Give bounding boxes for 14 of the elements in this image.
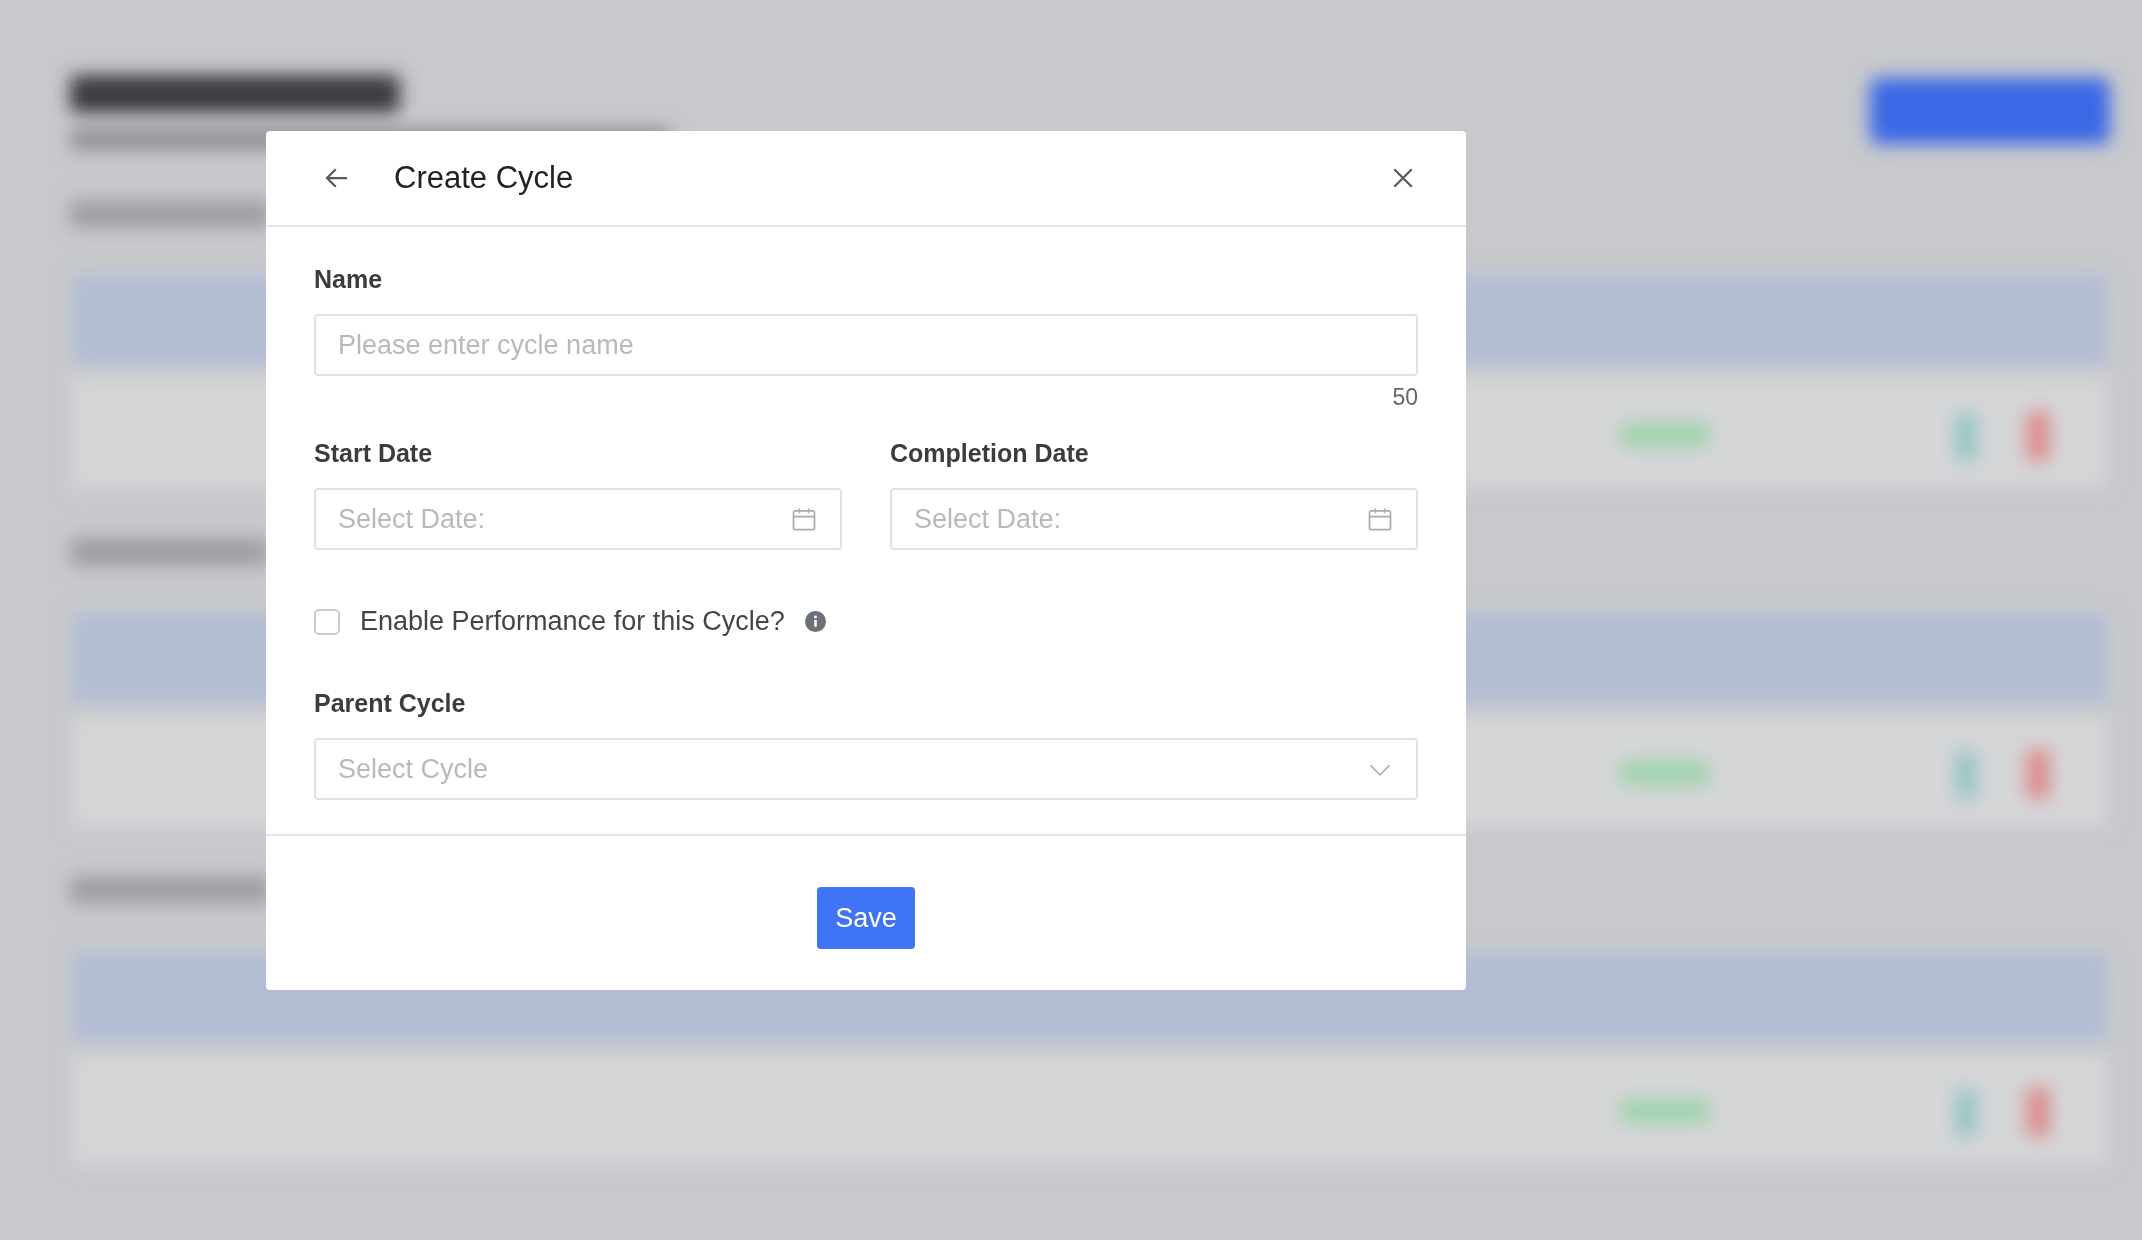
checkbox[interactable] [314,608,340,635]
field-label: Name [314,265,384,294]
character-counter: 50 [1392,384,1418,411]
save-button[interactable]: Save [817,887,915,949]
field-label: Parent Cycle [314,689,467,718]
field-label: Start Date [314,439,434,468]
name-input-field[interactable]: Please enter cycle name [314,314,1418,376]
info-icon[interactable] [804,611,826,632]
parent-cycle-select[interactable]: Select Cycle [314,738,1418,800]
date-picker-field[interactable]: Select Date: [314,488,842,550]
dialog-title: Create Cycle [394,160,574,196]
field-label: Completion Date [890,439,1090,468]
date-picker-field[interactable]: Select Date: [890,488,1418,550]
checkbox-label: Enable Performance for this Cycle? [360,606,785,637]
